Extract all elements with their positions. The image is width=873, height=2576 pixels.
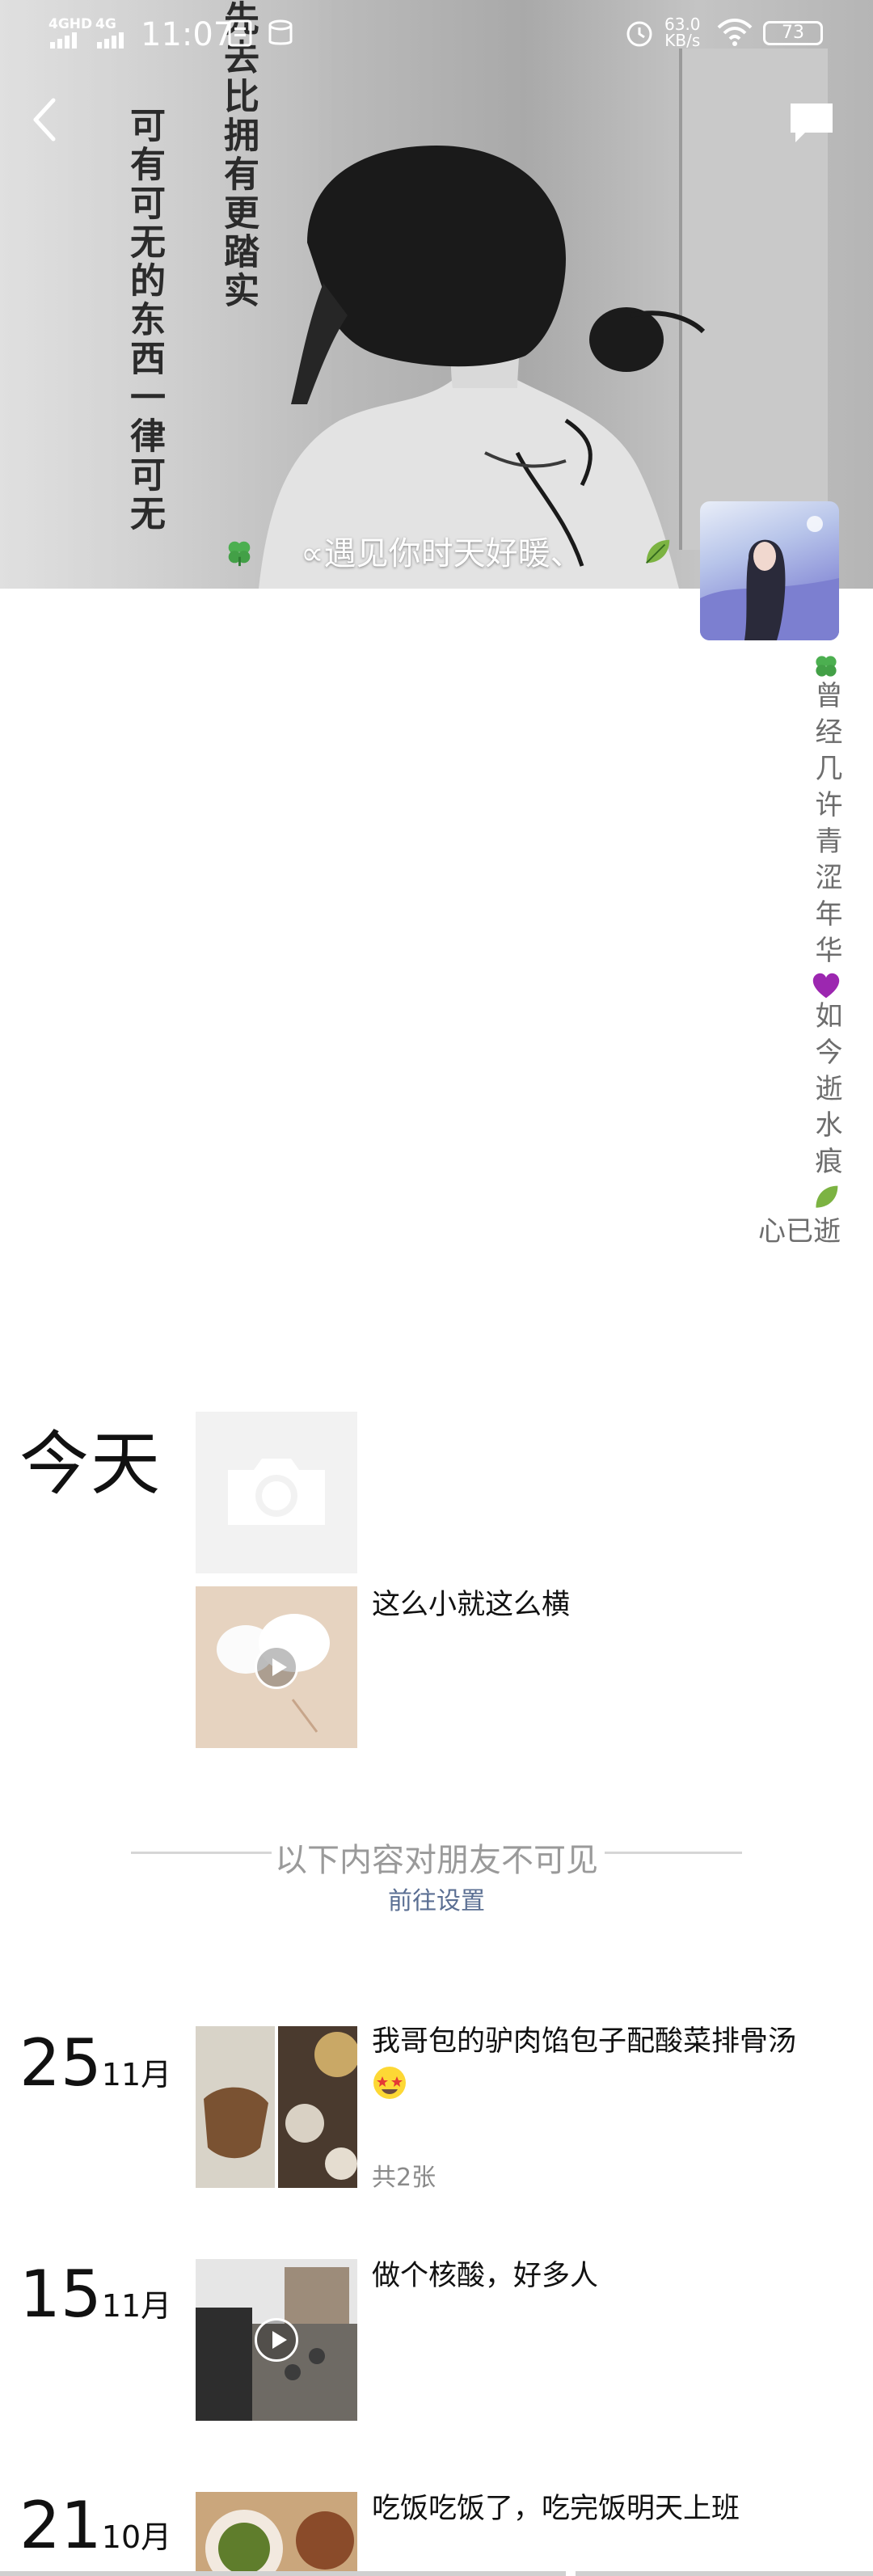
camera-icon [228, 1459, 325, 1525]
wifi-icon [717, 19, 753, 46]
leaf-icon [646, 539, 670, 564]
post-thumbnail[interactable] [196, 1586, 357, 1748]
status-bar: 4GHD 4G 11:07 63.0 KB/s 73 [0, 0, 873, 65]
bottom-indicator [0, 2571, 873, 2576]
post-thumbnail-image [196, 2492, 357, 2576]
back-button[interactable] [29, 95, 61, 144]
database-icon [268, 19, 293, 45]
purple-heart-icon [812, 973, 840, 999]
cover-vertical-text-left: 可有可无的东西一律可无 [124, 107, 165, 534]
post-thumbnail[interactable] [196, 2492, 357, 2576]
battery-indicator: 73 [763, 21, 823, 45]
video-play-icon [255, 1645, 298, 1689]
post-thumbnail[interactable] [196, 2259, 357, 2421]
network-indicator-1: 4GHD [48, 16, 93, 32]
leaf-icon [816, 1185, 838, 1208]
post-date: 1511月 [19, 2262, 171, 2338]
post-thumbnail-image [196, 2026, 357, 2188]
star-struck-emoji-icon [373, 2067, 406, 2099]
divider-line-right [605, 1852, 742, 1854]
photo-count: 共2张 [372, 2164, 436, 2192]
goto-settings-link[interactable]: 前往设置 [0, 1881, 873, 1916]
status-time: 11:07 [141, 16, 234, 53]
cover-image[interactable]: 先去比拥有更踏实 可有可无的东西一律可无 ∝遇见你时天好暖、 4GHD 4G 1… [0, 0, 873, 589]
clover-icon [816, 656, 837, 677]
clover-icon [228, 541, 251, 567]
cover-caption: ∝遇见你时天好暖、 [301, 535, 583, 572]
notification-icon [228, 19, 252, 47]
signal-icon [50, 32, 77, 49]
signature-line-1: 曾经几许青涩年华 [810, 681, 842, 972]
post-month: 11月 [101, 2057, 172, 2092]
post-text[interactable]: 吃饭吃饭了，吃完饭明天上班 [372, 2489, 857, 2529]
network-speed-value: 63.0 [664, 15, 701, 34]
post-day: 21 [19, 2488, 102, 2563]
network-speed: 63.0 KB/s [664, 16, 701, 49]
post-thumbnail[interactable] [196, 2026, 357, 2188]
comment-button[interactable] [787, 100, 836, 146]
alarm-icon [626, 21, 652, 47]
post-photo-button[interactable] [196, 1412, 357, 1573]
visibility-divider-text: 以下内容对朋友不可见 [275, 1842, 598, 1879]
signal-icon-2 [97, 32, 124, 49]
post-text[interactable]: 这么小就这么横 [372, 1585, 857, 1625]
network-speed-unit: KB/s [664, 31, 701, 50]
network-indicator-2: 4G [95, 16, 116, 32]
signature-line-3: 心已逝 [758, 1215, 841, 1248]
post-month: 11月 [101, 2288, 172, 2324]
post-month: 10月 [101, 2519, 172, 2555]
date-today: 今天 [19, 1424, 162, 1505]
avatar[interactable] [700, 501, 839, 640]
post-date: 2511月 [19, 2031, 171, 2107]
post-text[interactable]: 我哥包的驴肉馅包子配酸菜排骨汤 [372, 2021, 857, 2102]
profile-signature: 曾经几许青涩年华 如今逝水痕 心已逝 [744, 652, 842, 1250]
signature-line-2: 如今逝水痕 [810, 1001, 842, 1183]
post-text-content: 我哥包的驴肉馅包子配酸菜排骨汤 [372, 2025, 797, 2058]
avatar-image [700, 516, 839, 640]
post-text[interactable]: 做个核酸，好多人 [372, 2256, 857, 2296]
video-play-icon [255, 2318, 298, 2362]
post-day: 25 [19, 2025, 102, 2101]
post-date: 2110月 [19, 2494, 171, 2570]
post-day: 15 [19, 2257, 102, 2332]
